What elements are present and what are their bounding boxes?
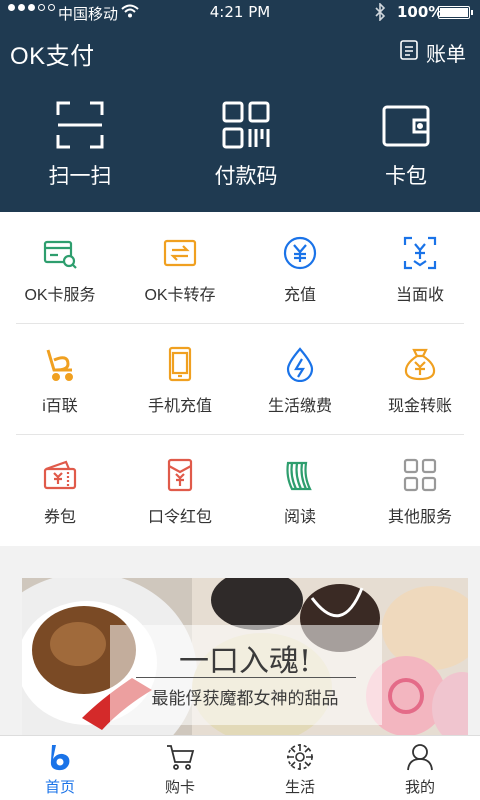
banner-subline: 最能俘获魔都女神的甜品 xyxy=(151,689,339,709)
home-logo-icon xyxy=(45,742,75,772)
service-ok-card-transfer[interactable]: OK卡转存 xyxy=(120,212,240,323)
card-wallet-label: 卡包 xyxy=(385,164,427,188)
service-receive-in-person[interactable]: 当面收 xyxy=(360,212,480,323)
service-label: 充值 xyxy=(283,287,316,304)
scan-button[interactable]: 扫一扫 xyxy=(10,100,150,190)
service-label: i百联 xyxy=(42,398,78,415)
tab-home[interactable]: 首页 xyxy=(0,736,120,800)
scan-icon xyxy=(55,100,105,150)
payment-code-button[interactable]: 付款码 xyxy=(176,100,316,190)
service-password-red-envelope[interactable]: 口令红包 xyxy=(120,434,240,545)
life-flower-icon xyxy=(285,742,315,772)
red-envelope-icon xyxy=(162,457,198,493)
receive-scan-icon xyxy=(402,235,438,271)
promo-banner[interactable]: 一口入魂! 最能俘获魔都女神的甜品 xyxy=(22,578,468,736)
service-utility-payment[interactable]: 生活缴费 xyxy=(240,323,360,434)
service-label: OK卡转存 xyxy=(144,287,216,304)
service-label: 阅读 xyxy=(283,509,316,526)
service-ok-card[interactable]: OK卡服务 xyxy=(0,212,120,323)
service-recharge[interactable]: 充值 xyxy=(240,212,360,323)
service-label: OK卡服务 xyxy=(24,287,96,304)
wallet-icon xyxy=(381,100,431,150)
service-mobile-recharge[interactable]: 手机充值 xyxy=(120,323,240,434)
app-title: OK支付 xyxy=(10,43,95,70)
tab-life[interactable]: 生活 xyxy=(240,736,360,800)
user-icon xyxy=(405,742,435,772)
service-coupons[interactable]: 券包 xyxy=(0,434,120,545)
bill-label: 账单 xyxy=(426,42,466,66)
phone-icon xyxy=(162,346,198,382)
service-ibailian[interactable]: i百联 xyxy=(0,323,120,434)
tab-label: 首页 xyxy=(44,778,75,796)
cart-logo-icon xyxy=(42,346,78,382)
service-cash-transfer[interactable]: 现金转账 xyxy=(360,323,480,434)
services-grid: OK卡服务 OK卡转存 充值 当面收 i百联 手机充值 生活缴费 现金转账 券包… xyxy=(0,212,480,546)
tab-buy-card[interactable]: 购卡 xyxy=(120,736,240,800)
card-wallet-button[interactable]: 卡包 xyxy=(336,100,476,190)
service-label: 其他服务 xyxy=(387,509,452,526)
service-label: 当面收 xyxy=(395,287,444,304)
money-bag-icon xyxy=(402,346,438,382)
status-bar: 中国移动 4:21 PM 100% xyxy=(0,0,480,24)
battery-percent: 100% xyxy=(397,3,444,21)
service-label: 生活缴费 xyxy=(267,398,332,415)
banner-headline: 一口入魂! xyxy=(178,644,312,679)
tab-label: 我的 xyxy=(404,778,435,796)
tab-mine[interactable]: 我的 xyxy=(360,736,480,800)
bill-list-icon xyxy=(400,40,418,65)
tab-label: 生活 xyxy=(284,778,315,796)
tab-label: 购卡 xyxy=(164,778,195,796)
banner-divider xyxy=(136,677,356,678)
grid-more-icon xyxy=(402,457,438,493)
bill-button[interactable]: 账单 xyxy=(400,38,466,67)
service-label: 现金转账 xyxy=(387,398,452,415)
card-transfer-icon xyxy=(162,235,198,271)
coupon-icon xyxy=(42,457,78,493)
service-other[interactable]: 其他服务 xyxy=(360,434,480,545)
reading-icon xyxy=(282,457,318,493)
service-label: 券包 xyxy=(43,509,76,526)
scan-label: 扫一扫 xyxy=(48,164,112,188)
qr-code-icon xyxy=(221,100,271,150)
payment-code-label: 付款码 xyxy=(214,164,278,188)
battery-icon xyxy=(438,6,473,19)
card-search-icon xyxy=(42,235,78,271)
header-panel: 中国移动 4:21 PM 100% OK支付 账单 扫一扫 付款码 卡包 xyxy=(0,0,480,212)
yuan-circle-icon xyxy=(282,235,318,271)
service-reading[interactable]: 阅读 xyxy=(240,434,360,545)
service-label: 手机充值 xyxy=(147,398,212,415)
utility-drop-icon xyxy=(282,346,318,383)
service-label: 口令红包 xyxy=(147,509,212,526)
bottom-tab-bar: 首页 购卡 生活 我的 xyxy=(0,735,480,800)
bluetooth-icon xyxy=(374,2,386,25)
cart-icon xyxy=(165,742,195,772)
